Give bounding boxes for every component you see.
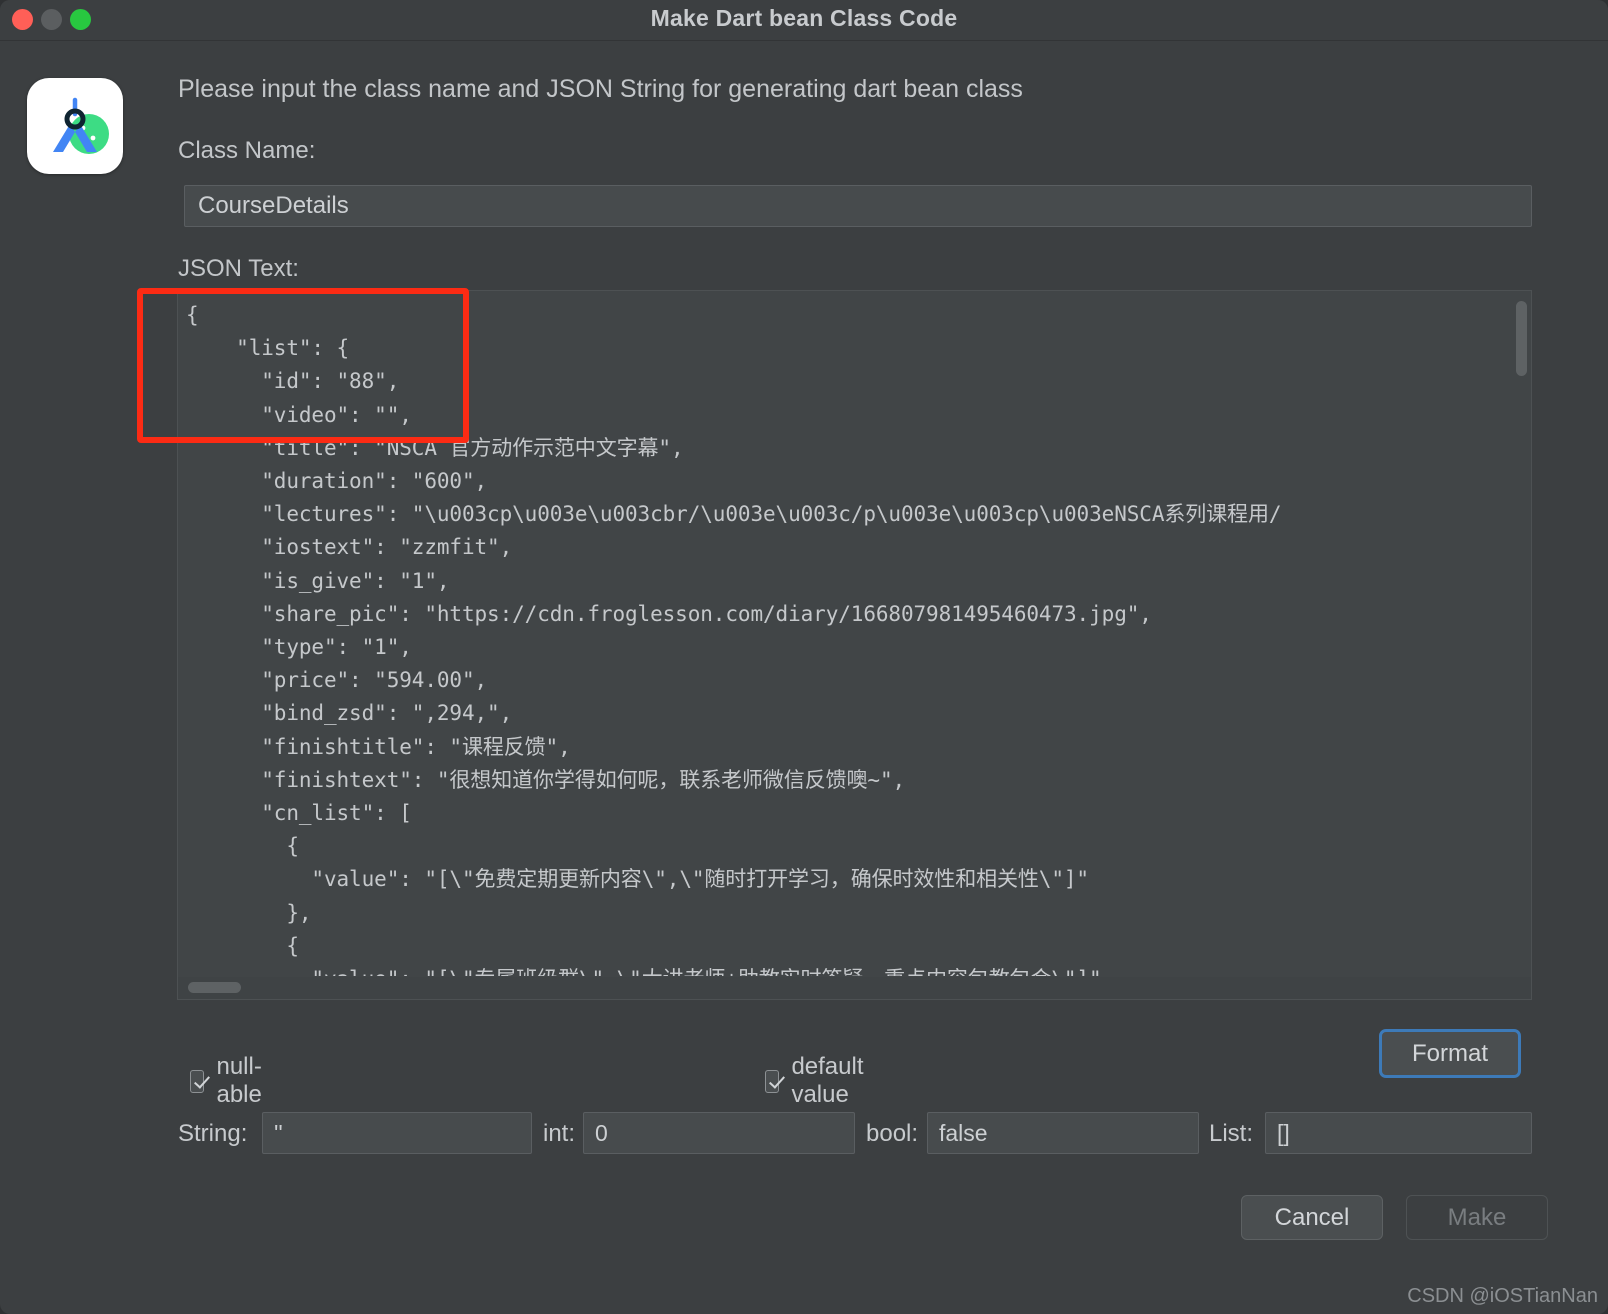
json-text-viewport: { "list": { "id": "88", "video": "", "ti…: [178, 291, 1503, 976]
list-default-input[interactable]: [1265, 1112, 1532, 1154]
cancel-button[interactable]: Cancel: [1241, 1195, 1383, 1240]
title-bar: Make Dart bean Class Code: [0, 0, 1608, 41]
string-default-label: String:: [178, 1120, 248, 1147]
list-default-label: List:: [1209, 1120, 1254, 1147]
bool-default-input[interactable]: [927, 1112, 1199, 1154]
android-studio-icon: [27, 78, 123, 174]
string-default-input[interactable]: [262, 1112, 532, 1154]
json-horizontal-scrollbar[interactable]: [178, 977, 1531, 999]
make-dart-bean-dialog: Make Dart bean Class Code Please input t…: [0, 0, 1608, 1314]
null-able-label: null-able: [216, 1053, 262, 1108]
null-able-checkbox[interactable]: null-able: [190, 1053, 270, 1109]
bool-default-label: bool:: [866, 1120, 919, 1147]
intro-text: Please input the class name and JSON Str…: [178, 75, 1023, 103]
json-text-content[interactable]: { "list": { "id": "88", "video": "", "ti…: [186, 299, 1503, 976]
class-name-input[interactable]: [184, 185, 1532, 227]
make-button: Make: [1406, 1195, 1548, 1240]
default-value-checkbox[interactable]: default value: [765, 1053, 872, 1109]
json-horizontal-scroll-thumb[interactable]: [188, 982, 241, 993]
int-default-input[interactable]: [583, 1112, 855, 1154]
format-button[interactable]: Format: [1379, 1029, 1521, 1078]
check-icon[interactable]: [190, 1069, 205, 1093]
json-vertical-scrollbar[interactable]: [1511, 291, 1531, 976]
json-text-label: JSON Text:: [178, 255, 299, 282]
int-default-label: int:: [543, 1120, 576, 1147]
check-icon[interactable]: [765, 1069, 780, 1093]
default-value-label: default value: [791, 1053, 864, 1108]
window-title: Make Dart bean Class Code: [650, 5, 958, 31]
json-vertical-scroll-thumb[interactable]: [1516, 301, 1527, 376]
json-text-area[interactable]: { "list": { "id": "88", "video": "", "ti…: [177, 290, 1532, 1000]
watermark-text: CSDN @iOSTianNan: [1407, 1285, 1598, 1307]
class-name-label: Class Name:: [178, 137, 316, 164]
